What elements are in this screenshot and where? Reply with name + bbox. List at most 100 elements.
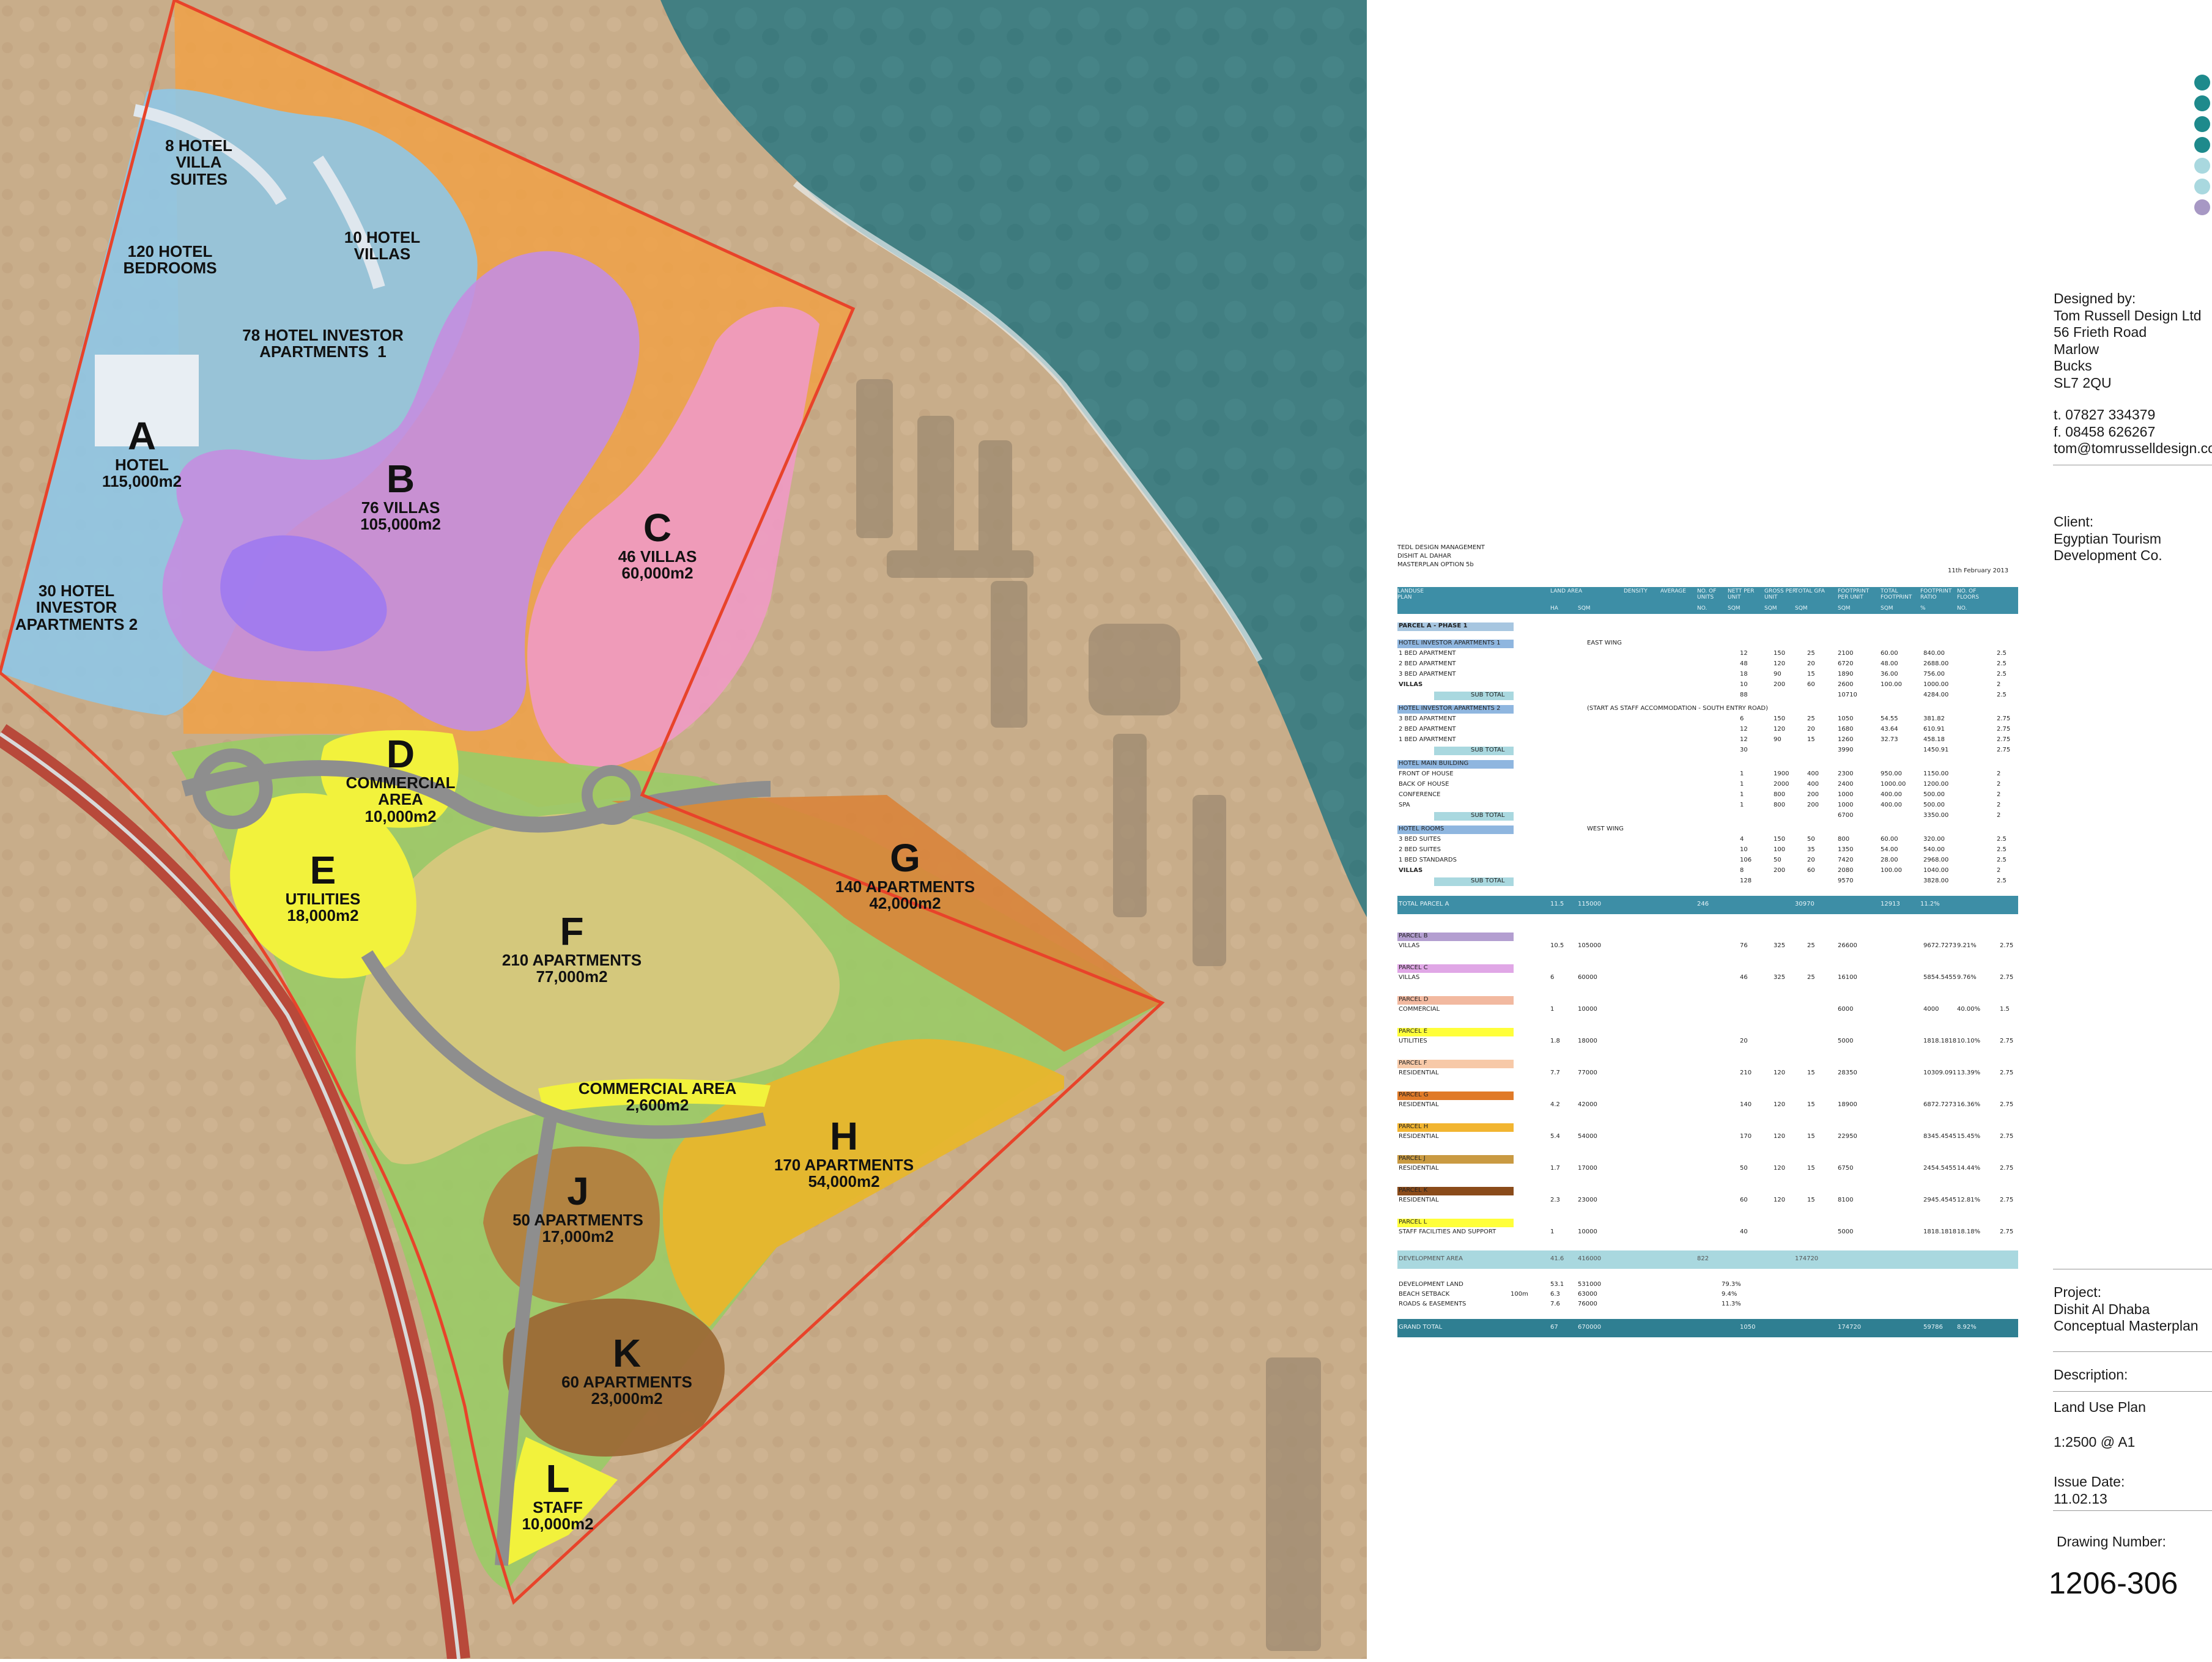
divider xyxy=(2053,1351,2212,1352)
subtotal-label: SUB TOTAL xyxy=(1471,812,1505,819)
cell-ratio: 9.76% xyxy=(1957,974,1977,981)
row-label: SPA xyxy=(1399,802,1410,808)
table-row: 2 BED SUITES 10 100 35 1350 54.00 540.00 2.5 xyxy=(1397,846,2018,855)
cell: 2688.00 xyxy=(1923,660,1949,667)
cell: 2080 xyxy=(1838,867,1854,874)
table-header-line: DISHIT AL DAHAR xyxy=(1397,553,1452,560)
site-plan-map: A HOTEL 115,000m2 B 76 VILLAS 105,000m2 … xyxy=(0,0,1367,1661)
cell: 28.00 xyxy=(1881,857,1898,863)
parcel-name: PARCEL L xyxy=(1399,1219,1427,1225)
cell: 12 xyxy=(1740,736,1748,743)
row-label: VILLAS xyxy=(1399,867,1423,874)
table-row: 3 BED APARTMENT 18 90 15 1890 36.00 756.00 2.5 xyxy=(1397,671,2018,679)
column-label: TOTAL GFA xyxy=(1795,588,1825,594)
grand-total-cell: 59786 xyxy=(1923,1324,1943,1331)
parcel-k-letter: K xyxy=(612,1331,642,1375)
parcel-d-label: D COMMERCIAL AREA 10,000m2 xyxy=(346,733,456,825)
phone: t. 07827 334379 xyxy=(2054,407,2156,423)
cell: 950.00 xyxy=(1881,770,1902,777)
commercial-area-small-text: COMMERCIAL AREA 2,600m2 xyxy=(578,1079,737,1115)
column-label: LANDUSE PLAN xyxy=(1397,588,1424,600)
parcel-d-text: COMMERCIAL AREA 10,000m2 xyxy=(346,774,456,825)
cell-nett: 120 xyxy=(1774,1133,1786,1140)
parcel-name: PARCEL K xyxy=(1399,1187,1428,1194)
cell-gross: 25 xyxy=(1807,942,1815,949)
total-parcel-a-row: TOTAL PARCEL A 11.5 115000 246 30970 12913 11.… xyxy=(1397,896,2018,914)
land-label: DEVELOPMENT LAND xyxy=(1399,1281,1463,1288)
parcel-row: RESIDENTIAL 2.3 23000 60 120 15 8100 2945.4545 1… xyxy=(1397,1197,2018,1205)
land-label: ROADS & EASEMENTS xyxy=(1399,1301,1467,1307)
cell: 11.5 xyxy=(1550,901,1564,907)
cell: 1890 xyxy=(1838,671,1854,678)
parcel-name: PARCEL E xyxy=(1399,1028,1428,1035)
cell-ha: 1.8 xyxy=(1550,1038,1560,1044)
land-sqm: 531000 xyxy=(1578,1281,1602,1288)
cell-fp: 5854.5455 xyxy=(1923,974,1957,981)
parcel-row: VILLAS 10.5 105000 76 325 25 26600 9672.7273 9.2… xyxy=(1397,942,2018,951)
cell: 10 xyxy=(1740,681,1748,688)
cell: 4284.00 xyxy=(1923,692,1949,698)
cell: 610.91 xyxy=(1923,726,1945,733)
table-header-line: MASTERPLAN OPTION 5b xyxy=(1397,561,1474,568)
cell: 400.00 xyxy=(1881,791,1902,798)
cell-sqm: 77000 xyxy=(1578,1069,1597,1076)
column-label: FOOTPRINT RATIO xyxy=(1920,588,1952,600)
section-label: HOTEL INVESTOR APARTMENTS 2 xyxy=(1399,705,1501,712)
cell: 48.00 xyxy=(1881,660,1898,667)
cell-ha: 1.7 xyxy=(1550,1165,1560,1172)
cell-floors: 1.5 xyxy=(2000,1006,2010,1013)
logo-dot xyxy=(2194,75,2210,90)
parcel-a-letter: A xyxy=(127,414,157,458)
cell-gfa: 22950 xyxy=(1838,1133,1857,1140)
logo-dot xyxy=(2194,199,2210,215)
cell: 150 xyxy=(1774,650,1786,657)
column-label: NO. OF FLOORS xyxy=(1957,588,1980,600)
cell-nett: 120 xyxy=(1774,1069,1786,1076)
designer-line-4: Bucks xyxy=(2054,358,2092,374)
cell: 540.00 xyxy=(1923,846,1945,853)
cell: 48 xyxy=(1740,660,1748,667)
row-label: 2 BED SUITES xyxy=(1399,846,1441,853)
cell: 2.5 xyxy=(1997,692,2007,698)
investor-apartments-2-label: 30 HOTEL INVESTOR APARTMENTS 2 xyxy=(15,582,138,633)
cell-ratio: 14.44% xyxy=(1957,1165,1981,1172)
cell: 90 xyxy=(1774,671,1781,678)
parcel-name: PARCEL J xyxy=(1399,1155,1426,1162)
cell: 246 xyxy=(1697,901,1709,907)
cell: 128 xyxy=(1740,877,1752,884)
grand-total-cell: 670000 xyxy=(1578,1324,1602,1331)
table-row: 2 BED APARTMENT 12 120 20 1680 43.64 610.91 2.7… xyxy=(1397,726,2018,734)
cell: 200 xyxy=(1774,867,1786,874)
cell-nett: 120 xyxy=(1774,1101,1786,1108)
cell-units: 20 xyxy=(1740,1038,1748,1044)
issue-date-block: Issue Date: 11.02.13 xyxy=(2054,1474,2125,1507)
parcel-f-label: F 210 APARTMENTS 77,000m2 xyxy=(502,910,642,986)
row-label: 1 BED STANDARDS xyxy=(1399,857,1457,863)
row-label: CONFERENCE xyxy=(1399,791,1441,798)
cell-gfa: 6750 xyxy=(1838,1165,1854,1172)
cell: 1450.91 xyxy=(1923,747,1949,753)
cell: 50 xyxy=(1807,836,1815,843)
cell: 36.00 xyxy=(1881,671,1898,678)
cell: 2 xyxy=(1997,781,2001,788)
cell-use: VILLAS xyxy=(1399,942,1420,949)
row-label: 3 BED SUITES xyxy=(1399,836,1441,843)
cell: 88 xyxy=(1740,692,1748,698)
villa-suites-label: 8 HOTEL VILLA SUITES xyxy=(165,137,232,188)
cell-gross: 15 xyxy=(1807,1165,1815,1172)
hotel-villas-text: 10 HOTEL VILLAS xyxy=(344,228,421,264)
table-row: 1 BED APARTMENT 12 90 15 1260 32.73 458.18 2.75 xyxy=(1397,736,2018,745)
cell-units: 140 xyxy=(1740,1101,1752,1108)
table-row: 3 BED APARTMENT 6 150 25 1050 54.55 381.82 2.75 xyxy=(1397,715,2018,724)
cell: 2.5 xyxy=(1997,836,2007,843)
cell: 120 xyxy=(1774,660,1786,667)
cell: 60 xyxy=(1807,867,1815,874)
logo-dot xyxy=(2194,116,2210,132)
parcel-l-label: L STAFF 10,000m2 xyxy=(522,1458,593,1533)
cell: 200 xyxy=(1807,791,1819,798)
designed-by-block: Designed by: Tom Russell Design Ltd 56 F… xyxy=(2054,290,2202,392)
cell-fp: 6872.7273 xyxy=(1923,1101,1957,1108)
cell-gfa: 5000 xyxy=(1838,1228,1854,1235)
cell: 150 xyxy=(1774,715,1786,722)
drawing-number-label: Drawing Number: xyxy=(2057,1534,2166,1549)
